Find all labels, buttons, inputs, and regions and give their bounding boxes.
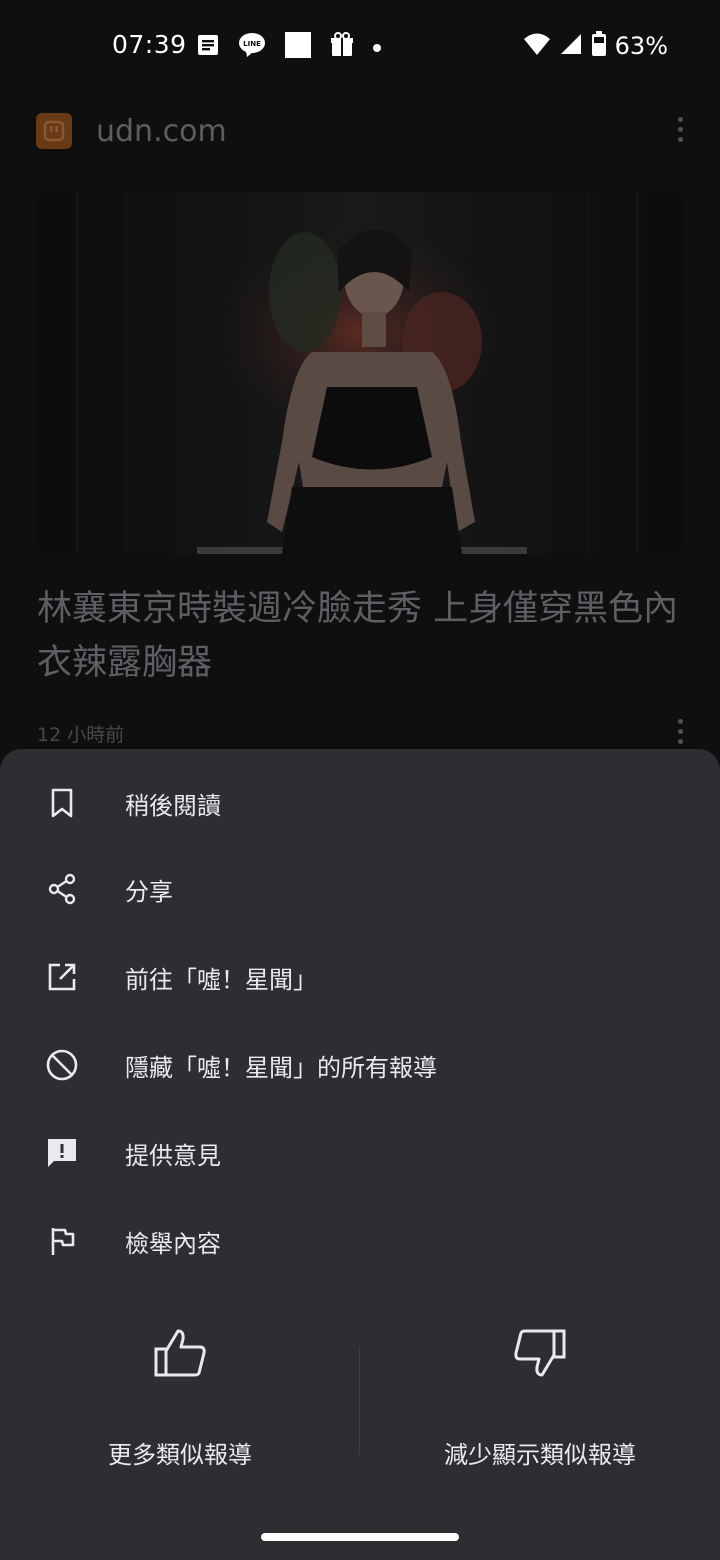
menu-item-report[interactable]: 檢舉內容	[0, 1197, 720, 1285]
menu-item-read-later[interactable]: 稍後閱讀	[0, 759, 720, 847]
news-icon	[196, 33, 220, 61]
menu-label: 分享	[125, 877, 173, 906]
source-row: udn.com	[36, 113, 227, 149]
feedback-icon	[44, 1135, 80, 1171]
status-time: 07:39	[112, 30, 187, 59]
home-indicator[interactable]	[261, 1533, 459, 1541]
menu-label: 隱藏「噓！星聞」的所有報導	[125, 1053, 437, 1082]
source-name: udn.com	[96, 113, 227, 149]
thumb-down-icon	[512, 1325, 568, 1385]
block-icon	[44, 1047, 80, 1083]
source-more-icon	[676, 117, 684, 142]
battery-percent: 63%	[614, 32, 668, 60]
more-like-this-button[interactable]: 更多類似報導	[0, 1319, 360, 1479]
card-more-icon	[676, 719, 684, 744]
news-card: udn.com 林襄東京時裝週冷臉走秀 上身僅穿黑色內衣辣露胸器 12 小時前	[0, 95, 720, 750]
menu-item-share[interactable]: 分享	[0, 845, 720, 933]
menu-label: 稍後閱讀	[125, 791, 221, 820]
line-icon: LINE	[238, 32, 266, 62]
status-right: 63%	[523, 31, 668, 61]
fewer-like-this-button[interactable]: 減少顯示類似報導	[360, 1319, 720, 1479]
signal-icon	[559, 32, 583, 60]
notification-icons: LINE	[196, 31, 382, 63]
square-icon	[284, 31, 312, 63]
menu-label: 前往「噓！星聞」	[125, 965, 317, 994]
share-icon	[44, 871, 80, 907]
status-bar: 07:39 LINE 63%	[0, 0, 720, 95]
gift-icon	[330, 32, 354, 62]
menu-item-hide-source[interactable]: 隱藏「噓！星聞」的所有報導	[0, 1021, 720, 1109]
menu-label: 提供意見	[125, 1141, 221, 1170]
time-ago: 12 小時前	[37, 724, 125, 746]
menu-item-feedback[interactable]: 提供意見	[0, 1109, 720, 1197]
wifi-icon	[523, 31, 551, 61]
menu-label: 檢舉內容	[125, 1229, 221, 1258]
bottom-sheet: 稍後閱讀 分享 前往「噓！星聞」 隱藏「噓！星聞」的所有報導 提供意見 檢舉內容	[0, 749, 720, 1560]
hero-image	[37, 192, 684, 554]
dot-icon	[372, 38, 382, 57]
flag-icon	[44, 1223, 80, 1259]
menu-item-go-to-source[interactable]: 前往「噓！星聞」	[0, 933, 720, 1021]
fewer-like-this-label: 減少顯示類似報導	[444, 1441, 636, 1469]
more-like-this-label: 更多類似報導	[108, 1441, 252, 1469]
battery-icon	[591, 31, 607, 61]
source-logo	[36, 113, 72, 149]
svg-text:LINE: LINE	[243, 40, 261, 48]
open-in-new-icon	[44, 959, 80, 995]
bookmark-icon	[44, 785, 80, 821]
headline: 林襄東京時裝週冷臉走秀 上身僅穿黑色內衣辣露胸器	[37, 589, 679, 683]
thumb-up-icon	[152, 1325, 208, 1385]
